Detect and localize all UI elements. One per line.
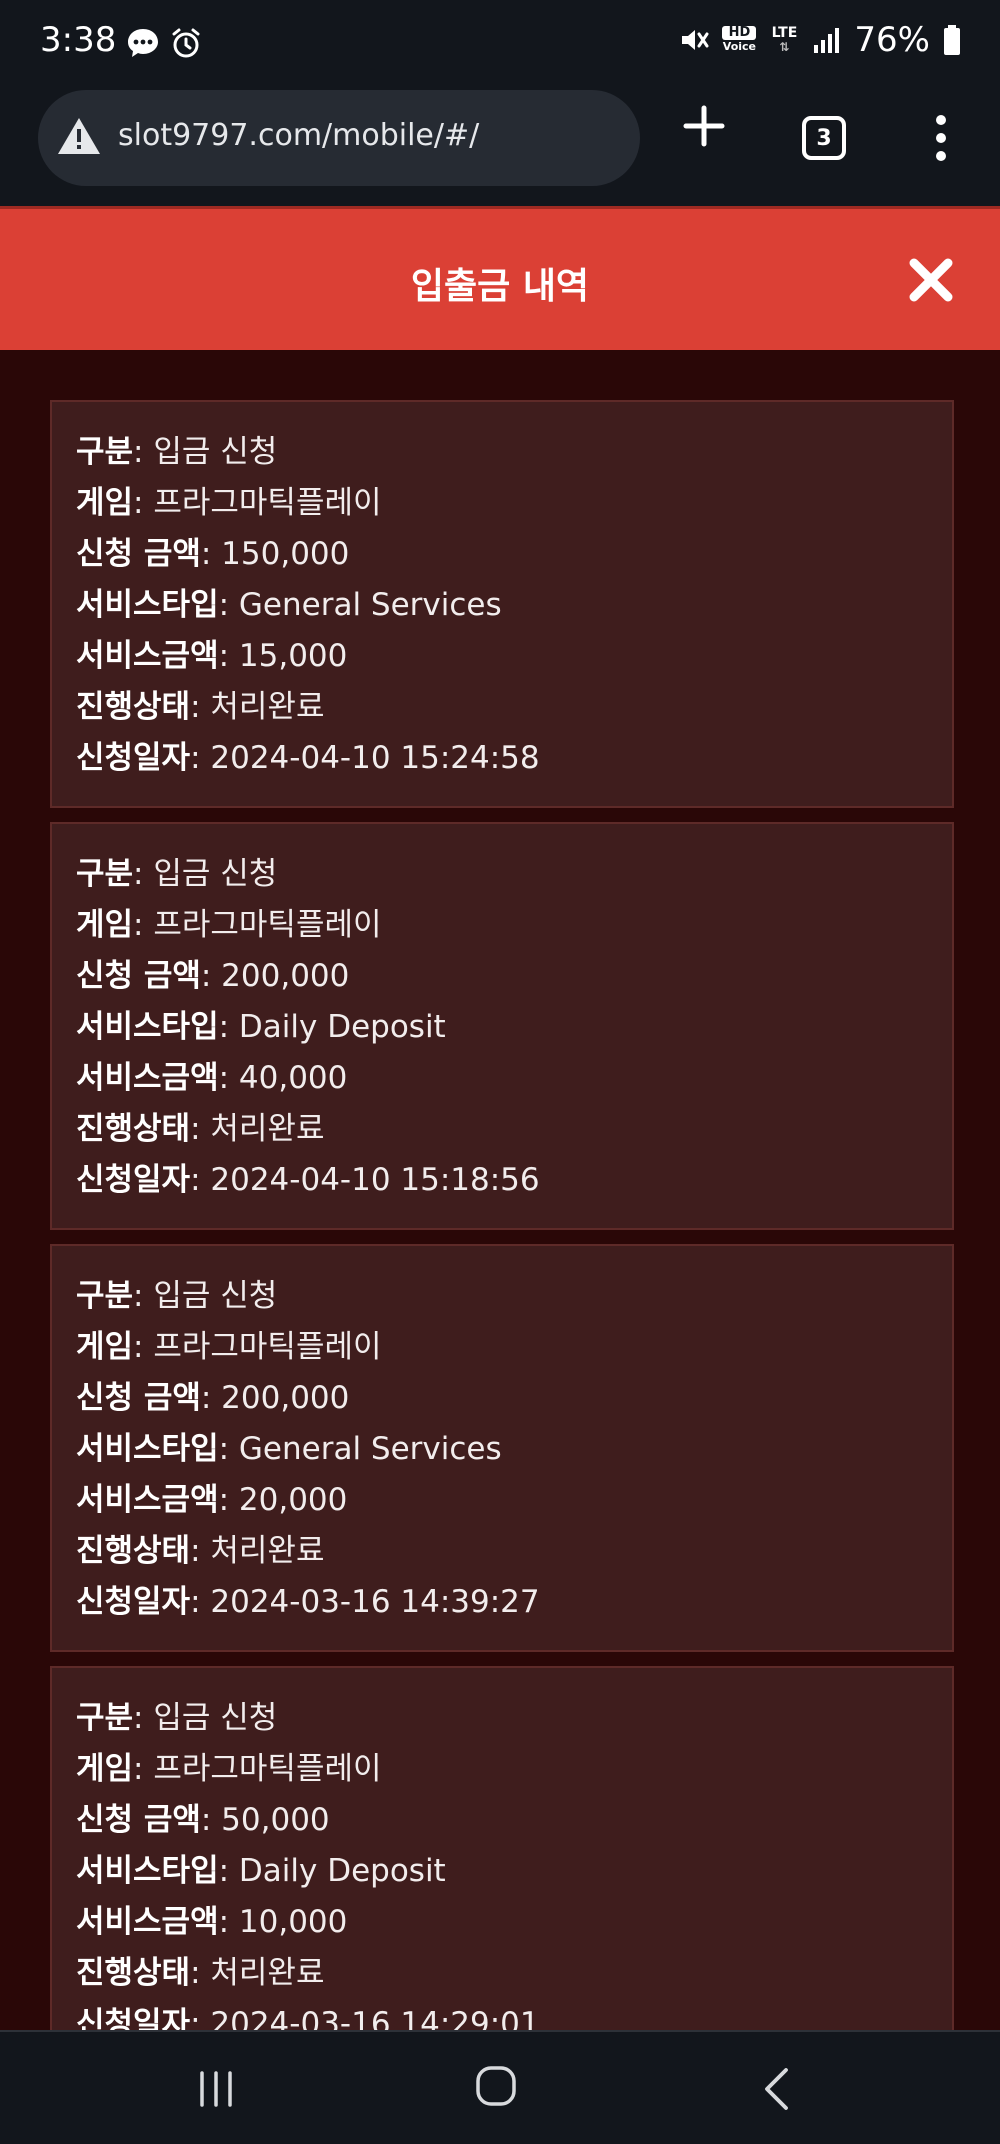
lte-icon: LTE ⇅ — [771, 25, 798, 54]
service-type-row: 서비스타입: Daily Deposit — [76, 1853, 446, 1889]
home-icon[interactable] — [474, 2064, 518, 2108]
service-amount-row: 서비스금액: 20,000 — [76, 1482, 348, 1518]
amount-row: 신청 금액: 200,000 — [76, 1380, 350, 1416]
service-amount-row: 서비스금액: 40,000 — [76, 1060, 348, 1096]
type-row: 구분: 입금 신청 — [76, 1700, 278, 1736]
status-row: 진행상태: 처리완료 — [76, 1533, 325, 1569]
battery-percentage: 76% — [854, 20, 930, 60]
status-time: 3:38 — [40, 20, 117, 60]
type-row: 구분: 입금 신청 — [76, 1278, 278, 1314]
amount-row: 신청 금액: 150,000 — [76, 536, 350, 572]
modal-header: 입출금 내역 — [0, 206, 1000, 350]
amount-row: 신청 금액: 50,000 — [76, 1802, 330, 1838]
recents-icon[interactable] — [196, 2070, 236, 2108]
alarm-icon — [172, 28, 200, 58]
transaction-card: 구분: 입금 신청 게임: 프라그마틱플레이 신청 금액: 150,000 서비… — [50, 400, 954, 808]
status-row: 진행상태: 처리완료 — [76, 689, 325, 725]
service-type-row: 서비스타입: Daily Deposit — [76, 1009, 446, 1045]
service-amount-row: 서비스금액: 10,000 — [76, 1904, 348, 1940]
menu-icon[interactable] — [934, 114, 948, 162]
signal-icon — [814, 28, 840, 53]
game-row: 게임: 프라그마틱플레이 — [76, 907, 382, 943]
back-icon[interactable] — [760, 2066, 792, 2112]
service-amount-row: 서비스금액: 15,000 — [76, 638, 348, 674]
hd-voice-icon: HD Voice — [722, 25, 757, 53]
amount-row: 신청 금액: 200,000 — [76, 958, 350, 994]
address-bar[interactable]: slot9797.com/mobile/#/ — [38, 90, 640, 186]
mute-icon — [682, 30, 709, 50]
status-row: 진행상태: 처리완료 — [76, 1955, 325, 1991]
close-icon[interactable] — [906, 255, 956, 305]
navigation-bar — [0, 2030, 1000, 2144]
type-row: 구분: 입금 신청 — [76, 434, 278, 470]
status-right-icons: HD Voice LTE ⇅ 76% — [678, 20, 962, 60]
page-title: 입출금 내역 — [410, 266, 590, 307]
service-type-row: 서비스타입: General Services — [76, 1431, 502, 1467]
status-left-icons — [126, 26, 202, 60]
date-row: 신청일자: 2024-04-10 15:18:56 — [76, 1162, 540, 1198]
status-row: 진행상태: 처리완료 — [76, 1111, 325, 1147]
date-row: 신청일자: 2024-03-16 14:39:27 — [76, 1584, 540, 1620]
message-icon — [128, 29, 158, 57]
url-text[interactable]: slot9797.com/mobile/#/ — [118, 118, 479, 153]
transaction-card: 구분: 입금 신청 게임: 프라그마틱플레이 신청 금액: 200,000 서비… — [50, 822, 954, 1230]
game-row: 게임: 프라그마틱플레이 — [76, 1751, 382, 1787]
battery-icon — [944, 25, 960, 55]
service-type-row: 서비스타입: General Services — [76, 587, 502, 623]
transaction-card: 구분: 입금 신청 게임: 프라그마틱플레이 신청 금액: 50,000 서비스… — [50, 1666, 954, 2074]
browser-toolbar: slot9797.com/mobile/#/ 3 — [0, 88, 1000, 206]
status-bar: 3:38 HD Voice LTE ⇅ 76% — [0, 0, 1000, 88]
game-row: 게임: 프라그마틱플레이 — [76, 485, 382, 521]
warning-icon[interactable] — [56, 116, 102, 156]
date-row: 신청일자: 2024-04-10 15:24:58 — [76, 740, 540, 776]
tab-switcher-icon[interactable]: 3 — [802, 116, 846, 160]
transaction-list: 구분: 입금 신청 게임: 프라그마틱플레이 신청 금액: 150,000 서비… — [50, 400, 954, 2088]
game-row: 게임: 프라그마틱플레이 — [76, 1329, 382, 1365]
type-row: 구분: 입금 신청 — [76, 856, 278, 892]
transaction-card: 구분: 입금 신청 게임: 프라그마틱플레이 신청 금액: 200,000 서비… — [50, 1244, 954, 1652]
new-tab-icon[interactable] — [680, 102, 728, 150]
